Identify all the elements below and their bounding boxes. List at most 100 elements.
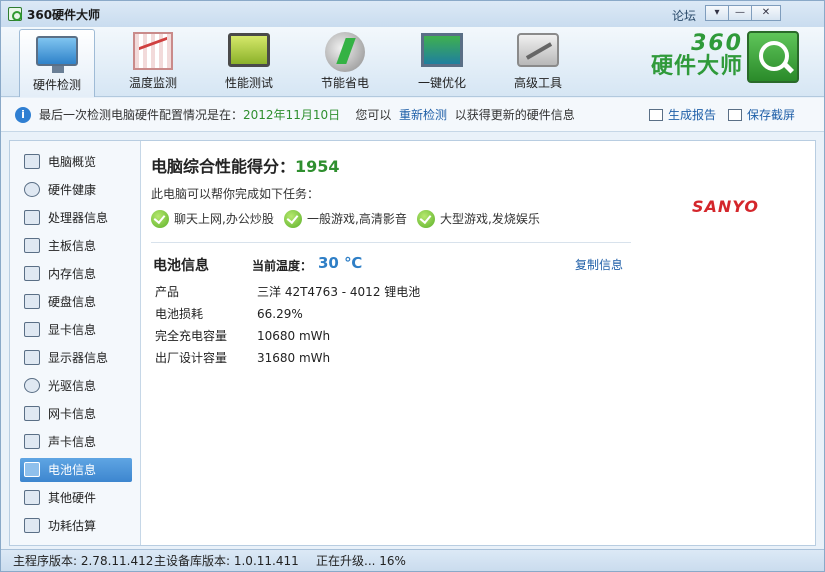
health-icon <box>24 182 40 197</box>
save-screenshot-link[interactable]: 保存截屏 <box>728 98 795 132</box>
battery-icon <box>24 462 40 477</box>
computer-overview-icon <box>24 154 40 169</box>
tab-label: 高级工具 <box>513 76 562 90</box>
cpu-icon <box>24 210 40 225</box>
last-check-date: 2012年11月10日 <box>243 108 341 122</box>
memory-icon <box>24 266 40 281</box>
monitor-icon <box>36 36 78 73</box>
sidebar-item-health[interactable]: 硬件健康 <box>20 178 132 202</box>
info-suffix: 以获得更新的硬件信息 <box>454 108 575 122</box>
sidebar-item-network[interactable]: 网卡信息 <box>20 402 132 426</box>
menu-dropdown-icon[interactable]: ▾ <box>705 5 729 21</box>
battery-section-title: 电池信息 <box>153 258 209 274</box>
performance-screen-icon <box>228 33 270 67</box>
generate-report-link[interactable]: 生成报告 <box>649 98 716 132</box>
printer-icon <box>649 109 663 121</box>
status-bar: 主程序版本: 2.78.11.412 主设备库版本: 1.0.11.411 正在… <box>1 549 824 571</box>
hard-disk-icon <box>24 294 40 309</box>
magnifier-logo-icon <box>747 31 799 83</box>
task-label: 大型游戏,发烧娱乐 <box>440 212 540 226</box>
task-label: 聊天上网,办公炒股 <box>174 212 274 226</box>
task-label: 一般游戏,高清影音 <box>307 212 407 226</box>
row-value: 10680 mWh <box>257 329 331 343</box>
tab-label: 温度监测 <box>128 76 177 90</box>
sidebar-item-label: 电池信息 <box>48 463 97 477</box>
toolbox-icon <box>517 33 559 67</box>
window-title: 360硬件大师 <box>27 8 101 22</box>
row-key: 电池损耗 <box>155 307 204 321</box>
last-check-message: 最后一次检测电脑硬件配置情况是在：2012年11月10日 您可以 重新检测 以获… <box>39 98 575 132</box>
report-label: 生成报告 <box>668 108 717 122</box>
network-card-icon <box>24 406 40 421</box>
tab-label: 节能省电 <box>320 76 369 90</box>
sidebar-item-power-estimate[interactable]: 功耗估算 <box>20 514 132 538</box>
row-value: 三洋 42T4763 - 4012 锂电池 <box>257 285 421 299</box>
motherboard-icon <box>24 238 40 253</box>
window-controls: ▾ — ✕ <box>705 5 781 21</box>
row-value: 31680 mWh <box>257 351 331 365</box>
sidebar-item-sound[interactable]: 声卡信息 <box>20 430 132 454</box>
display-icon <box>24 350 40 365</box>
sidebar-item-label: 功耗估算 <box>48 519 97 533</box>
temperature-label: 当前温度： <box>252 259 313 273</box>
row-value: 66.29% <box>257 307 303 321</box>
performance-score: 电脑综合性能得分：1954 <box>151 153 340 177</box>
tab-power-saving[interactable]: 节能省电 <box>307 29 383 95</box>
sidebar: 电脑概览 硬件健康 处理器信息 主板信息 内存信息 硬盘信息 显卡信息 显示器信… <box>10 141 141 545</box>
sidebar-item-hard-disk[interactable]: 硬盘信息 <box>20 290 132 314</box>
check-icon <box>417 210 435 228</box>
sanyo-logo: SANYO <box>692 197 759 216</box>
sidebar-item-graphics[interactable]: 显卡信息 <box>20 318 132 342</box>
sidebar-item-label: 网卡信息 <box>48 407 97 421</box>
sidebar-item-label: 其他硬件 <box>48 491 97 505</box>
camera-icon <box>728 109 742 121</box>
sidebar-item-cpu[interactable]: 处理器信息 <box>20 206 132 230</box>
brand-name: 硬件大师 <box>650 54 743 79</box>
row-key: 产品 <box>155 285 180 299</box>
update-status: 正在升级... 16% <box>316 554 406 568</box>
other-hardware-icon <box>24 490 40 505</box>
tab-label: 硬件检测 <box>32 78 81 92</box>
tab-temperature-monitor[interactable]: 温度监测 <box>115 29 191 95</box>
sidebar-item-label: 硬盘信息 <box>48 295 97 309</box>
info-icon: i <box>15 107 31 123</box>
sidebar-item-label: 显示器信息 <box>48 351 109 365</box>
power-saving-icon <box>325 32 365 72</box>
check-icon <box>151 210 169 228</box>
sidebar-item-other-hardware[interactable]: 其他硬件 <box>20 486 132 510</box>
sidebar-item-optical-drive[interactable]: 光驱信息 <box>20 374 132 398</box>
info-bar: i 最后一次检测电脑硬件配置情况是在：2012年11月10日 您可以 重新检测 … <box>1 98 824 132</box>
app-window: 360硬件大师 论坛 ▾ — ✕ 硬件检测 温度监测 性能测试 节能省电 一键优… <box>0 0 825 572</box>
sidebar-item-label: 电脑概览 <box>48 155 97 169</box>
tab-label: 一键优化 <box>417 76 466 90</box>
sidebar-item-overview[interactable]: 电脑概览 <box>20 150 132 174</box>
sidebar-item-label: 硬件健康 <box>48 183 97 197</box>
copy-info-link[interactable]: 复制信息 <box>575 256 623 273</box>
brand-wordmark: 360 硬件大师 <box>633 33 743 79</box>
close-icon[interactable]: ✕ <box>751 5 781 21</box>
row-key: 完全充电容量 <box>155 329 228 343</box>
tab-advanced-tools[interactable]: 高级工具 <box>500 29 576 95</box>
divider <box>151 242 631 243</box>
tab-one-click-optimize[interactable]: 一键优化 <box>404 29 480 95</box>
row-key: 出厂设计容量 <box>155 351 228 365</box>
forum-link[interactable]: 论坛 <box>672 7 696 24</box>
battery-info-panel: 电脑综合性能得分：1954 此电脑可以帮你完成如下任务： 聊天上网,办公炒股 一… <box>141 141 815 545</box>
info-middle: 您可以 <box>355 108 392 122</box>
minimize-icon[interactable]: — <box>728 5 752 21</box>
sidebar-item-label: 显卡信息 <box>48 323 97 337</box>
sidebar-item-motherboard[interactable]: 主板信息 <box>20 234 132 258</box>
sidebar-item-label: 内存信息 <box>48 267 97 281</box>
tab-hardware-detection[interactable]: 硬件检测 <box>19 29 95 97</box>
sound-card-icon <box>24 434 40 449</box>
brand-360: 360 <box>691 31 743 56</box>
sidebar-item-label: 光驱信息 <box>48 379 97 393</box>
sidebar-item-battery[interactable]: 电池信息 <box>20 458 132 482</box>
sidebar-item-display[interactable]: 显示器信息 <box>20 346 132 370</box>
tab-performance-test[interactable]: 性能测试 <box>211 29 287 95</box>
recheck-link[interactable]: 重新检测 <box>399 108 447 122</box>
optimize-icon <box>421 33 463 67</box>
screenshot-label: 保存截屏 <box>747 108 796 122</box>
sidebar-item-memory[interactable]: 内存信息 <box>20 262 132 286</box>
score-value: 1954 <box>295 157 340 176</box>
